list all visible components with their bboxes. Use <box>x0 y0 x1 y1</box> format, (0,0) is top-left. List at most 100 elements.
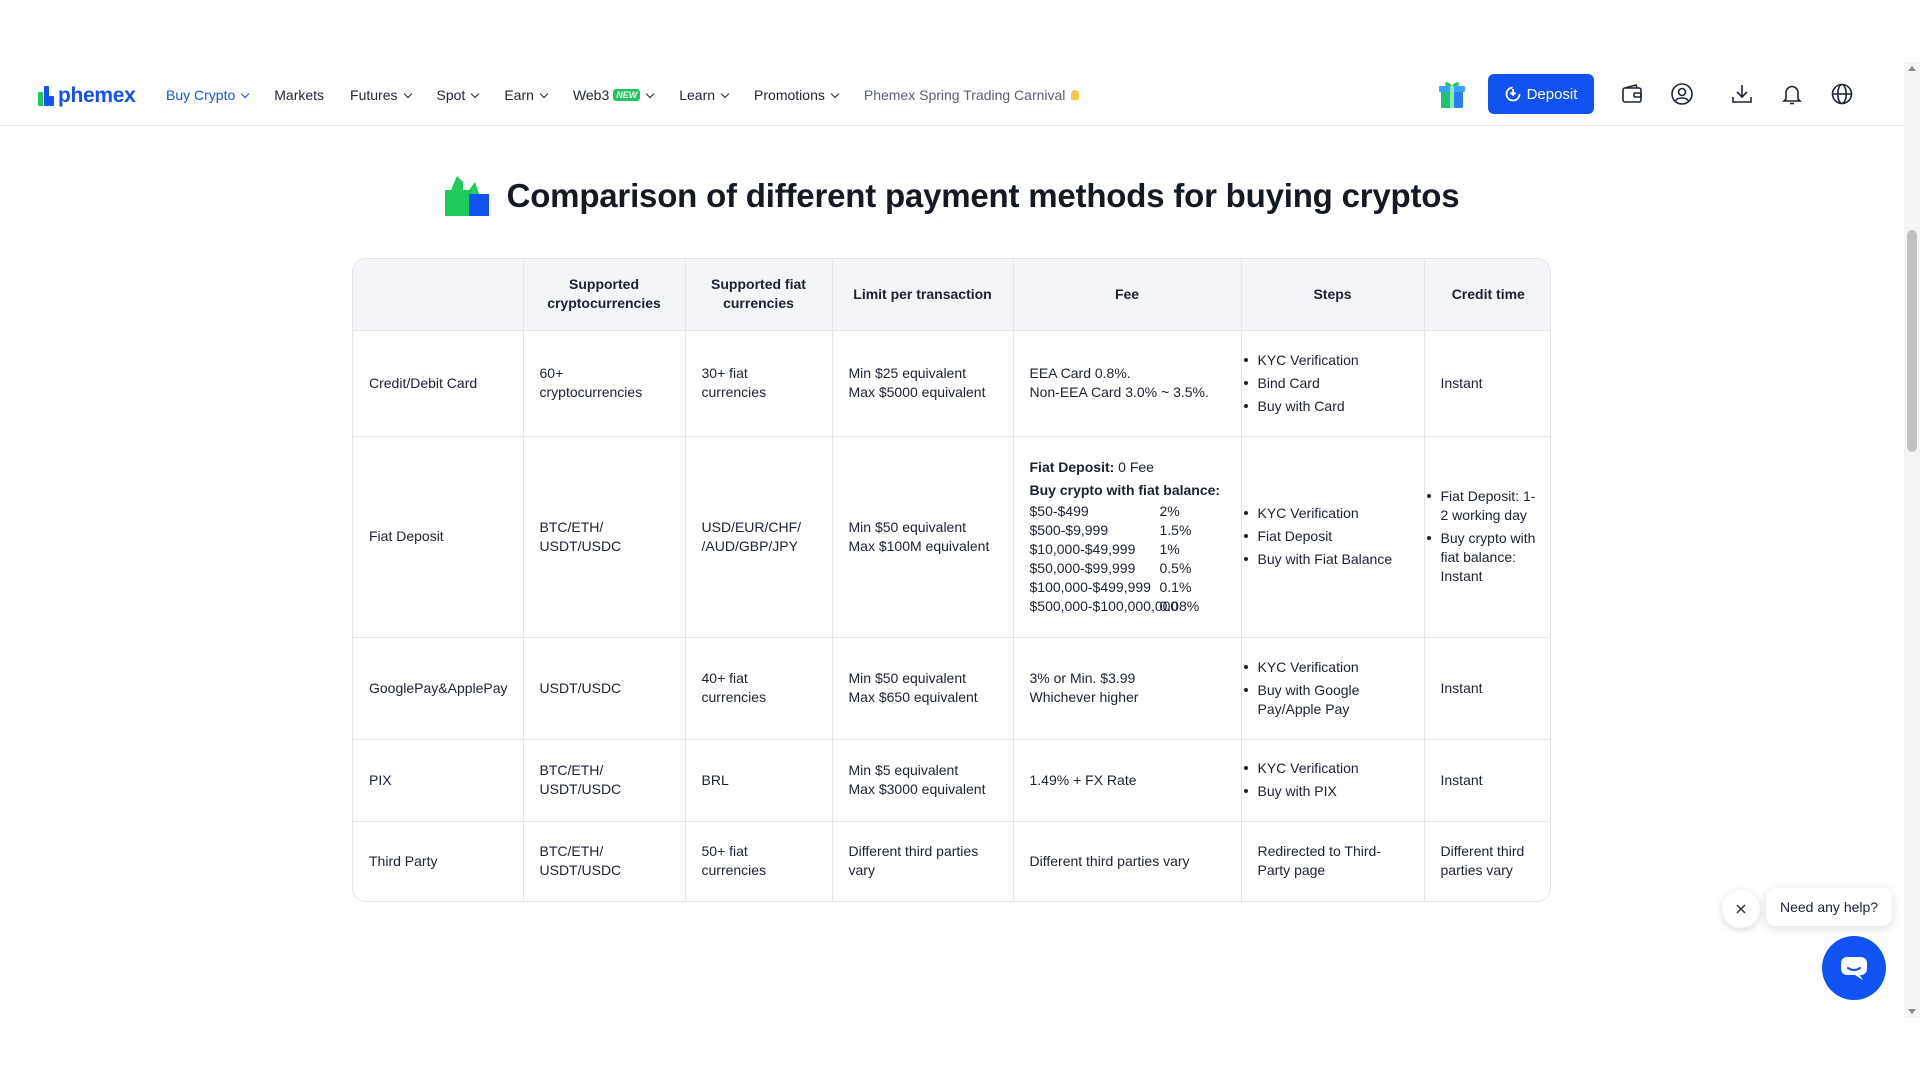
fiat-cell: BRL <box>685 738 833 821</box>
fee-line: 3% or Min. $3.99 <box>1029 670 1136 686</box>
fee-tier-rate: 0.1% <box>1159 578 1192 595</box>
fee-tier-range: $10,000-$49,999 <box>1029 540 1136 557</box>
header-steps: Steps <box>1241 259 1425 330</box>
fee-cell: Different third parties vary <box>1013 820 1242 901</box>
steps-cell: KYC Verification Buy with Google Pay/App… <box>1241 636 1425 739</box>
section-heading: Comparison of different payment methods … <box>0 176 1904 216</box>
fee-tier-rate: 1.5% <box>1159 521 1192 538</box>
fee-tier-rate: 2% <box>1159 502 1180 519</box>
fiat-cell: 50+ fiat currencies <box>685 820 833 901</box>
method-cell: PIX <box>353 738 524 821</box>
lightbulb-icon <box>1071 90 1080 100</box>
table-row: Third Party BTC/ETH/ USDT/USDC 50+ fiat … <box>353 820 1550 901</box>
page-scrollbar[interactable] <box>1904 62 1920 1018</box>
table-row: GooglePay&ApplePay USDT/USDC 40+ fiat cu… <box>353 636 1550 739</box>
steps-cell: Redirected to Third-Party page <box>1241 820 1425 901</box>
help-close-button[interactable] <box>1722 890 1760 928</box>
phemex-logo-icon <box>38 86 54 106</box>
limit-min: Min $50 equivalent <box>848 670 967 686</box>
crypto-cell: 60+ cryptocurrencies <box>523 329 686 436</box>
download-icon[interactable] <box>1730 82 1754 106</box>
limit-max: Max $100M equivalent <box>848 537 990 554</box>
method-cell: GooglePay&ApplePay <box>353 636 524 739</box>
close-icon <box>1736 904 1746 914</box>
chat-icon <box>1841 957 1867 980</box>
nav-spot[interactable]: Spot <box>436 87 480 103</box>
header-limit: Limit per transaction <box>832 259 1014 330</box>
nav-label: Promotions <box>754 87 825 103</box>
gift-icon[interactable] <box>1438 78 1466 110</box>
limit-cell: Min $5 equivalent Max $3000 equivalent <box>832 738 1014 821</box>
scroll-up-arrow-icon[interactable] <box>1908 66 1916 71</box>
table-header-row: Supported cryptocurrencies Supported fia… <box>353 259 1550 330</box>
nav-learn[interactable]: Learn <box>679 87 730 103</box>
scrollbar-thumb[interactable] <box>1907 230 1917 452</box>
fee-cell: 1.49% + FX Rate <box>1013 738 1242 821</box>
nav-promotions[interactable]: Promotions <box>754 87 840 103</box>
payment-comparison-table: Supported cryptocurrencies Supported fia… <box>352 258 1551 902</box>
fiat-cell: 40+ fiat currencies <box>685 636 833 739</box>
limit-cell: Different third parties vary <box>832 820 1014 901</box>
crypto-cell: BTC/ETH/ USDT/USDC <box>523 738 686 821</box>
step-item: KYC Verification <box>1243 759 1408 778</box>
nav-web3[interactable]: Web3 NEW <box>572 87 655 103</box>
fee-cell: EEA Card 0.8%. Non-EEA Card 3.0% ~ 3.5%. <box>1013 329 1242 436</box>
chevron-down-icon <box>539 89 549 98</box>
wallet-icon[interactable] <box>1620 82 1644 106</box>
user-icon[interactable] <box>1670 82 1694 106</box>
fee-tier-range: $50,000-$99,999 <box>1029 559 1136 576</box>
fee-label: Buy crypto with fiat balance: <box>1029 481 1221 498</box>
limit-max: Max $650 equivalent <box>848 689 978 705</box>
help-message[interactable]: Need any help? <box>1766 888 1893 926</box>
step-item: Buy with Card <box>1243 397 1408 416</box>
nav-futures[interactable]: Futures <box>350 87 412 103</box>
nav-buy-crypto[interactable]: Buy Crypto <box>166 87 250 103</box>
chat-launcher-button[interactable] <box>1822 936 1886 1000</box>
header-crypto: Supported cryptocurrencies <box>523 259 686 330</box>
nav-earn[interactable]: Earn <box>504 87 549 103</box>
fee-tier-rate: 0.5% <box>1159 559 1192 576</box>
table-row: Fiat Deposit BTC/ETH/ USDT/USDC USD/EUR/… <box>353 435 1550 637</box>
deposit-button[interactable]: Deposit <box>1488 74 1594 114</box>
steps-cell: KYC Verification Fiat Deposit Buy with F… <box>1241 435 1425 637</box>
step-item: Buy with Fiat Balance <box>1243 550 1408 569</box>
nav-label: Learn <box>679 87 716 103</box>
header-fee: Fee <box>1013 259 1242 330</box>
chevron-down-icon <box>471 89 480 98</box>
phemex-logo[interactable]: phemex <box>38 84 136 108</box>
fiat-cell: 30+ fiat currencies <box>685 329 833 436</box>
step-item: KYC Verification <box>1243 504 1408 523</box>
main-nav: Buy Crypto Markets Futures Spot Earn Web… <box>166 76 1105 114</box>
nav-label: Web3 <box>572 87 610 103</box>
fee-line: EEA Card 0.8%. <box>1029 365 1131 381</box>
logo-text: phemex <box>58 84 136 107</box>
limit-min: Min $25 equivalent <box>848 365 967 381</box>
step-item: KYC Verification <box>1243 658 1408 677</box>
credit-cell: Instant <box>1424 738 1550 821</box>
nav-spring-carnival[interactable]: Phemex Spring Trading Carnival <box>864 87 1080 103</box>
header-credit-time: Credit time <box>1424 259 1550 330</box>
nav-markets[interactable]: Markets <box>274 87 324 103</box>
thumbs-up-icon <box>444 176 489 216</box>
fee-tier-range: $50-$499 <box>1029 502 1089 519</box>
limit-max: Max $3000 equivalent <box>848 781 986 797</box>
fee-tier-range: $500-$9,999 <box>1029 521 1109 538</box>
nav-label: Earn <box>504 87 534 103</box>
bell-icon[interactable] <box>1780 82 1804 106</box>
limit-min: Min $5 equivalent <box>848 762 959 778</box>
limit-cell: Min $50 equivalent Max $650 equivalent <box>832 636 1014 739</box>
scroll-down-arrow-icon[interactable] <box>1908 1009 1916 1014</box>
globe-icon[interactable] <box>1830 82 1854 106</box>
step-item: KYC Verification <box>1243 351 1408 370</box>
top-navbar: phemex Buy Crypto Markets Futures Spot E… <box>0 74 1904 126</box>
nav-label: Futures <box>350 87 398 103</box>
nav-label: Spot <box>436 87 466 103</box>
nav-label: Phemex Spring Trading Carnival <box>863 87 1066 103</box>
limit-cell: Min $25 equivalent Max $5000 equivalent <box>832 329 1014 436</box>
crypto-cell: BTC/ETH/ USDT/USDC <box>523 820 686 901</box>
fee-tier-range: $500,000-$100,000,000 <box>1029 597 1179 614</box>
crypto-cell: USDT/USDC <box>523 636 686 739</box>
method-cell: Credit/Debit Card <box>353 329 524 436</box>
step-item: Buy with PIX <box>1243 782 1408 801</box>
chevron-down-icon <box>241 89 250 98</box>
